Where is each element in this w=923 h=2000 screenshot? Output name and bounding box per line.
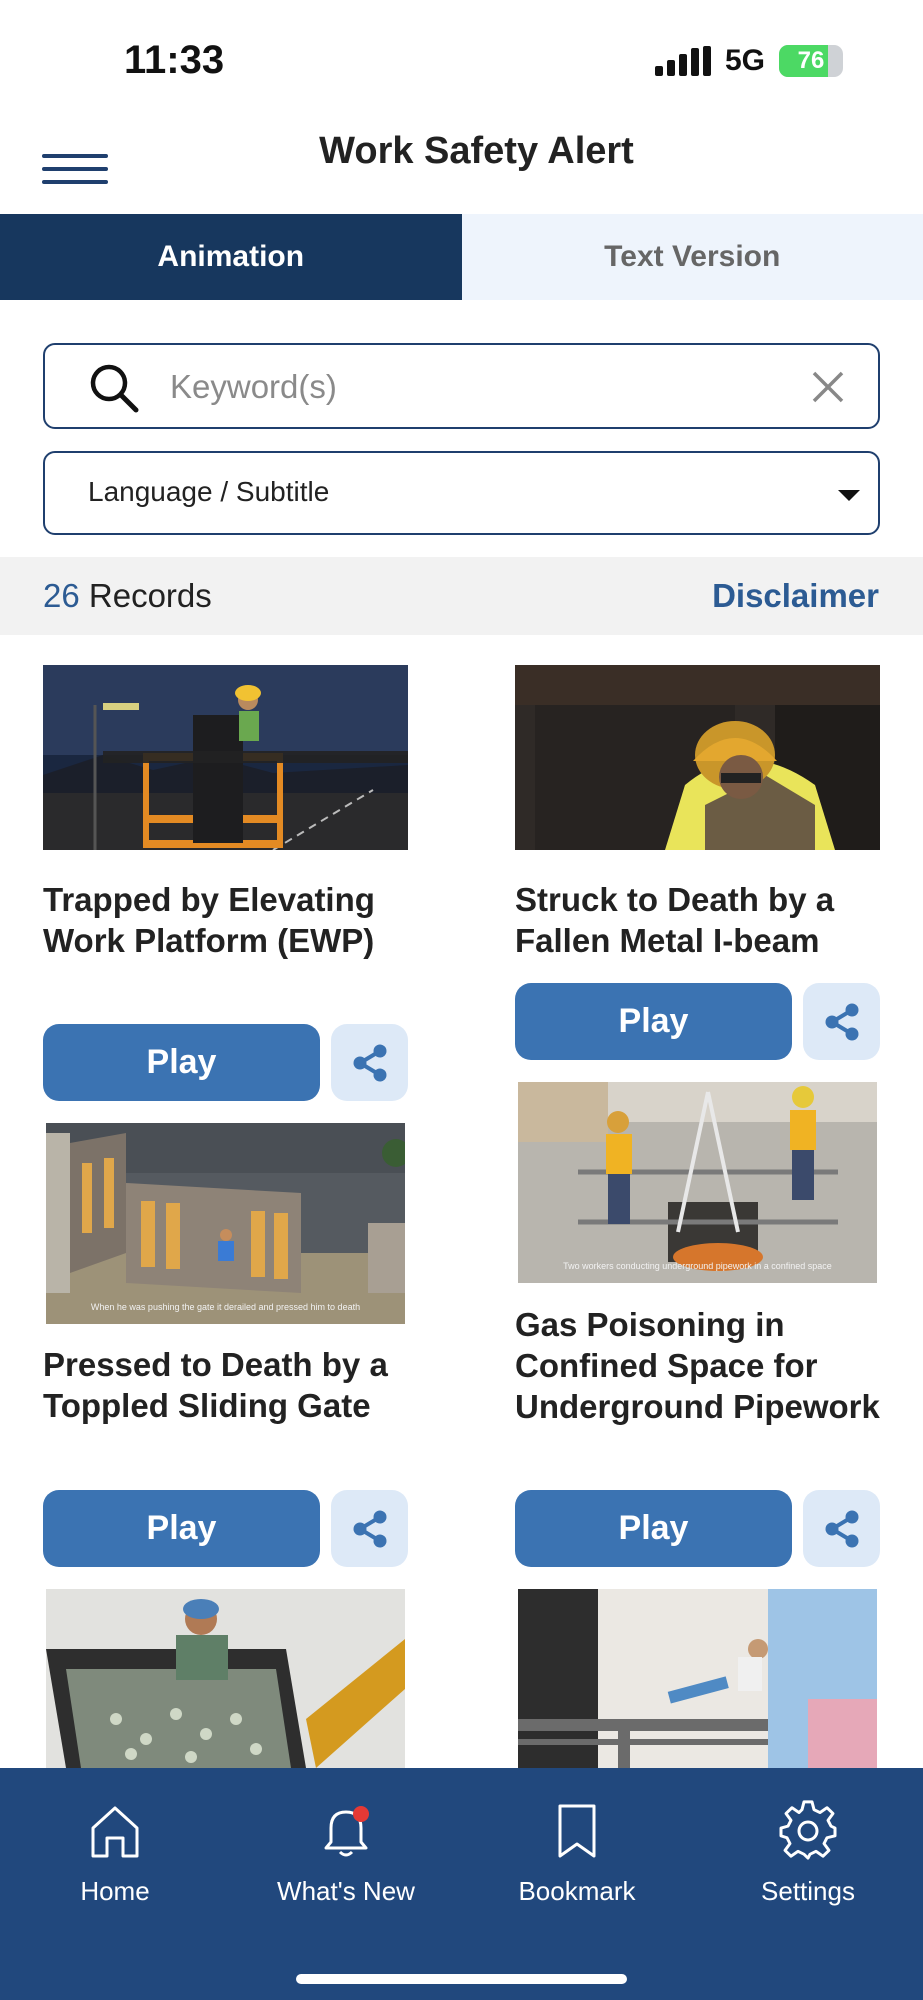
video-thumbnail[interactable]: When he was pushing the gate it derailed… xyxy=(46,1123,405,1324)
battery-level: 76 xyxy=(797,47,825,74)
video-caption: Two workers conducting underground pipew… xyxy=(563,1261,832,1271)
signal-icon xyxy=(654,46,711,76)
share-button[interactable] xyxy=(331,1490,408,1567)
search-input[interactable] xyxy=(170,361,790,413)
card-title[interactable]: Gas Poisoning in Confined Space for Unde… xyxy=(515,1304,895,1427)
play-button[interactable]: Play xyxy=(43,1024,320,1101)
nav-settings[interactable]: Settings xyxy=(693,1786,923,1916)
video-thumbnail[interactable] xyxy=(518,1589,877,1768)
share-icon xyxy=(353,1044,386,1081)
app-header: Work Safety Alert xyxy=(0,110,923,214)
play-button[interactable]: Play xyxy=(515,1490,792,1567)
records-number: 26 xyxy=(43,577,80,614)
video-thumbnail[interactable] xyxy=(515,665,880,850)
language-subtitle-select[interactable]: Language / Subtitle xyxy=(43,451,880,535)
nav-whats-new[interactable]: What's New xyxy=(231,1786,461,1916)
share-icon xyxy=(353,1510,386,1547)
play-button[interactable]: Play xyxy=(43,1490,320,1567)
nav-label: What's New xyxy=(277,1876,415,1906)
battery-icon: 76 xyxy=(779,45,843,77)
nav-bookmark[interactable]: Bookmark xyxy=(462,1786,692,1916)
tab-animation[interactable]: Animation xyxy=(0,214,462,300)
page-title: Work Safety Alert xyxy=(319,130,634,172)
bookmark-icon xyxy=(558,1804,596,1858)
home-indicator xyxy=(296,1974,627,1984)
disclaimer-link[interactable]: Disclaimer xyxy=(712,577,879,615)
share-icon xyxy=(825,1003,858,1040)
video-caption: When he was pushing the gate it derailed… xyxy=(90,1302,361,1312)
status-time: 11:33 xyxy=(124,38,225,82)
records-bar: 26 Records Disclaimer xyxy=(0,557,923,635)
video-thumbnail[interactable]: Two workers conducting underground pipew… xyxy=(518,1082,877,1283)
play-button[interactable]: Play xyxy=(515,983,792,1060)
nav-home[interactable]: Home xyxy=(0,1786,230,1916)
share-icon xyxy=(825,1510,858,1547)
gear-icon xyxy=(779,1800,837,1860)
nav-label: Home xyxy=(80,1876,150,1906)
nav-label: Settings xyxy=(761,1876,855,1906)
network-type: 5G xyxy=(724,44,765,77)
select-label: Language / Subtitle xyxy=(88,476,330,507)
tab-text-version[interactable]: Text Version xyxy=(461,214,923,300)
home-icon xyxy=(91,1806,139,1858)
card-title[interactable]: Struck to Death by a Fallen Metal I-beam xyxy=(515,879,895,961)
search-box xyxy=(43,343,880,429)
share-button[interactable] xyxy=(803,983,880,1060)
notification-badge xyxy=(353,1806,369,1822)
search-icon xyxy=(90,364,139,413)
share-button[interactable] xyxy=(803,1490,880,1567)
status-bar: 11:33 5G 76 xyxy=(0,0,923,110)
bottom-navigation: Home What's New Bookmark Settings xyxy=(0,1768,923,2000)
caret-down-icon xyxy=(838,490,860,501)
share-button[interactable] xyxy=(331,1024,408,1101)
nav-label: Bookmark xyxy=(518,1876,636,1906)
card-title[interactable]: Trapped by Elevating Work Platform (EWP) xyxy=(43,879,423,961)
video-thumbnail[interactable] xyxy=(46,1589,405,1768)
card-title[interactable]: Pressed to Death by a Toppled Sliding Ga… xyxy=(43,1344,423,1426)
video-thumbnail[interactable] xyxy=(43,665,408,850)
records-label: Records xyxy=(88,577,212,614)
bell-icon xyxy=(324,1806,369,1857)
tab-bar: Animation Text Version xyxy=(0,214,923,300)
status-indicators: 5G 76 xyxy=(654,44,843,78)
records-count: 26 Records xyxy=(43,577,212,615)
close-icon[interactable] xyxy=(808,367,848,407)
